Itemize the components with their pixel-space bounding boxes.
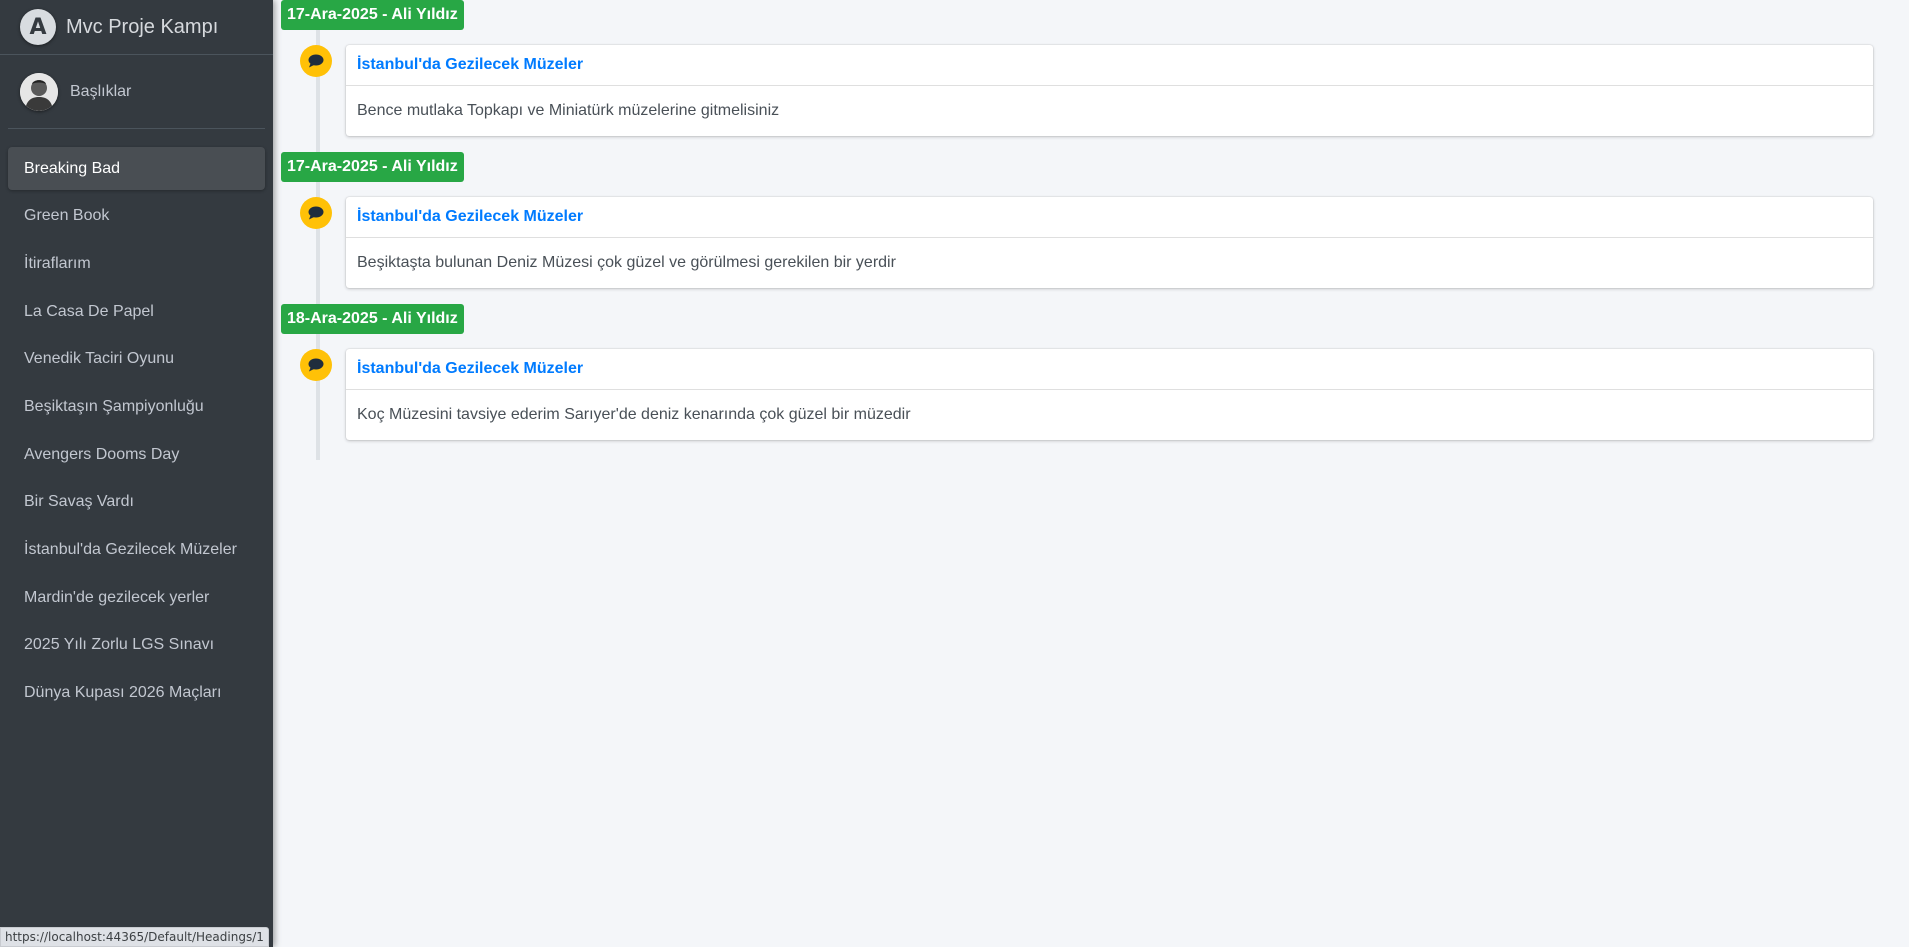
timeline-card: İstanbul'da Gezilecek Müzeler Beşiktaşta …	[346, 197, 1873, 288]
sidebar-item[interactable]: Beşiktaşın Şampiyonluğu	[8, 385, 265, 428]
timeline-item-title[interactable]: İstanbul'da Gezilecek Müzeler	[346, 45, 1873, 86]
timeline-item-title[interactable]: İstanbul'da Gezilecek Müzeler	[346, 349, 1873, 390]
user-panel[interactable]: Başlıklar	[8, 55, 265, 129]
user-name: Başlıklar	[70, 82, 132, 100]
sidebar-item-label: Beşiktaşın Şampiyonluğu	[24, 397, 204, 415]
main-content: 17-Ara-2025 - Ali Yıldız İstanbul'da Gezi…	[273, 0, 1909, 947]
brand-logo-letter: A	[29, 14, 47, 40]
sidebar-item-label: Bir Savaş Vardı	[24, 493, 134, 511]
sidebar-item-label: Green Book	[24, 207, 110, 225]
sidebar-item[interactable]: İtiraflarım	[8, 242, 265, 285]
comment-icon	[300, 45, 332, 77]
sidebar-item[interactable]: İstanbul'da Gezilecek Müzeler	[8, 529, 265, 572]
sidebar-item[interactable]: Avengers Dooms Day	[8, 433, 265, 476]
timeline-item-body: Bence mutlaka Topkapı ve Miniatürk müzel…	[357, 102, 780, 119]
sidebar-item[interactable]: Green Book	[8, 195, 265, 238]
timeline: 17-Ara-2025 - Ali Yıldız İstanbul'da Gezi…	[281, 0, 1909, 460]
sidebar-item[interactable]: La Casa De Papel	[8, 290, 265, 333]
sidebar-item[interactable]: Mardin'de gezilecek yerler	[8, 576, 265, 619]
sidebar-item-label: İtiraflarım	[24, 254, 91, 272]
status-bar-url: https://localhost:44365/Default/Headings…	[0, 927, 269, 947]
timeline-item: İstanbul'da Gezilecek Müzeler Koç Müzesin…	[300, 349, 1873, 440]
sidebar: A Mvc Proje Kampı Başlıklar Breaking Bad…	[0, 0, 273, 947]
timeline-item-title[interactable]: İstanbul'da Gezilecek Müzeler	[346, 197, 1873, 238]
comment-icon	[300, 197, 332, 229]
sidebar-item[interactable]: Venedik Taciri Oyunu	[8, 338, 265, 381]
timeline-card: İstanbul'da Gezilecek Müzeler Bence mutla…	[346, 45, 1873, 136]
sidebar-item-label: Mardin'de gezilecek yerler	[24, 588, 210, 606]
timeline-block: 18-Ara-2025 - Ali Yıldız İstanbul'da Gezi…	[281, 304, 1909, 440]
time-label: 17-Ara-2025 - Ali Yıldız	[281, 0, 464, 30]
timeline-block: 17-Ara-2025 - Ali Yıldız İstanbul'da Gezi…	[281, 0, 1909, 136]
avatar	[20, 72, 58, 111]
sidebar-item-label: Venedik Taciri Oyunu	[24, 350, 175, 368]
sidebar-item[interactable]: Bir Savaş Vardı	[8, 481, 265, 524]
timeline-item-body: Koç Müzesini tavsiye ederim Sarıyer'de d…	[357, 406, 911, 423]
brand-link[interactable]: A Mvc Proje Kampı	[0, 0, 273, 55]
time-label: 17-Ara-2025 - Ali Yıldız	[281, 152, 464, 182]
sidebar-item-label: Breaking Bad	[24, 159, 121, 177]
sidebar-item-label: İstanbul'da Gezilecek Müzeler	[24, 541, 237, 558]
sidebar-item[interactable]: Breaking Bad	[8, 147, 265, 190]
timeline-item-body: Beşiktaşta bulunan Deniz Müzesi çok güze…	[357, 254, 896, 271]
sidebar-item-label: 2025 Yılı Zorlu LGS Sınavı	[24, 636, 215, 654]
sidebar-item-label: La Casa De Papel	[24, 302, 154, 320]
time-label: 18-Ara-2025 - Ali Yıldız	[281, 304, 464, 334]
brand-title: Mvc Proje Kampı	[66, 15, 219, 38]
timeline-item: İstanbul'da Gezilecek Müzeler Bence mutla…	[300, 45, 1873, 136]
sidebar-item-label: Avengers Dooms Day	[24, 445, 180, 463]
timeline-item: İstanbul'da Gezilecek Müzeler Beşiktaşta …	[300, 197, 1873, 288]
comment-icon	[300, 349, 332, 381]
timeline-block: 17-Ara-2025 - Ali Yıldız İstanbul'da Gezi…	[281, 152, 1909, 288]
timeline-card: İstanbul'da Gezilecek Müzeler Koç Müzesin…	[346, 349, 1873, 440]
sidebar-item-label: Dünya Kupası 2026 Maçları	[24, 684, 222, 702]
sidebar-nav: Breaking Bad Green Book İtiraflarım La Casa…	[0, 129, 273, 715]
brand-logo: A	[20, 9, 56, 45]
sidebar-item[interactable]: Dünya Kupası 2026 Maçları	[8, 672, 265, 715]
sidebar-item[interactable]: 2025 Yılı Zorlu LGS Sınavı	[8, 624, 265, 667]
